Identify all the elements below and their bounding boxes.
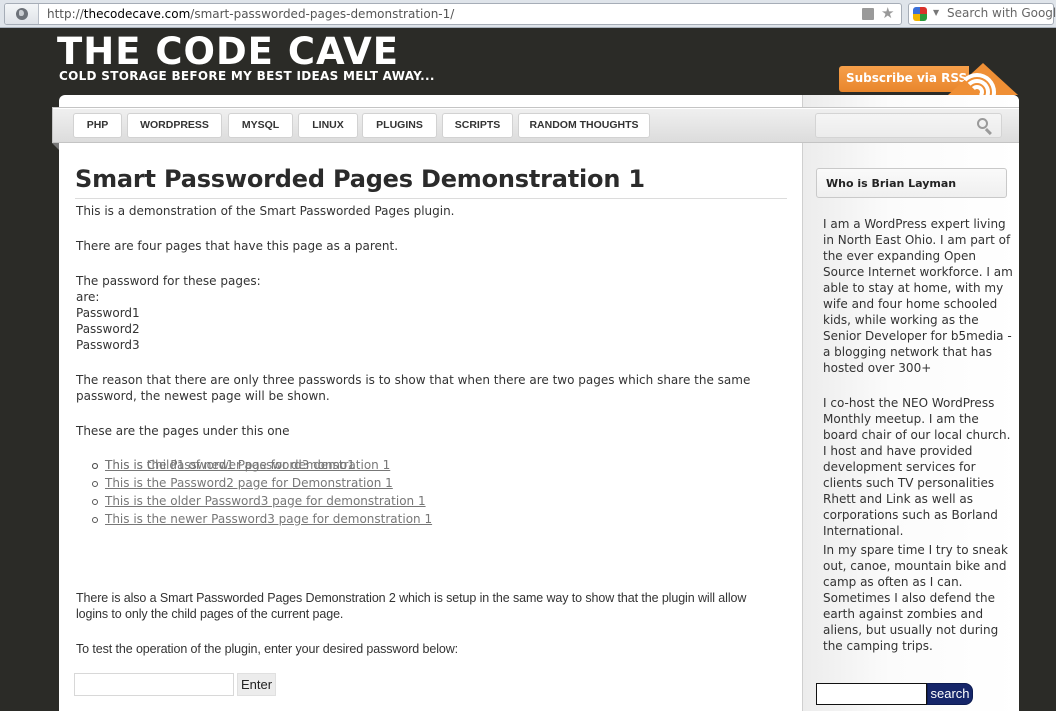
nav-item-plugins[interactable]: PLUGINS	[362, 113, 437, 138]
address-bar[interactable]: http://thecodecave.com/smart-passworded-…	[4, 3, 902, 25]
password-item: Password2	[76, 322, 140, 336]
url-domain: thecodecave.com	[83, 7, 191, 21]
browser-toolbar: http://thecodecave.com/smart-passworded-…	[0, 0, 1056, 28]
sidebar-search-button[interactable]: search	[927, 683, 973, 705]
url-scheme: http://	[47, 7, 84, 21]
bookmark-star-icon[interactable]: ★	[881, 4, 894, 22]
site-tagline: COLD STORAGE BEFORE MY BEST IDEAS MELT A…	[59, 69, 435, 83]
password-heading: The password for these pages:	[76, 274, 261, 288]
demo2-text-line1: There is also a Smart Passworded Pages D…	[76, 591, 747, 605]
nav-item-random-thoughts[interactable]: RANDOM THOUGHTS	[518, 113, 650, 138]
google-logo-icon[interactable]	[913, 7, 927, 21]
nav-item-mysql[interactable]: MYSQL	[228, 113, 293, 138]
test-prompt-text: To test the operation of the plugin, ent…	[76, 642, 459, 656]
grandchild-pages-list: This is Child1 of newer password3 demo1	[92, 456, 355, 474]
grandchild-page-link[interactable]: This is Child1 of newer password3 demo1	[105, 458, 355, 472]
reason-text-line2: password, the newest page will be shown.	[76, 389, 330, 403]
globe-icon	[16, 8, 28, 20]
url-path: /smart-passworded-pages-demonstration-1/	[190, 7, 455, 21]
child-page-link[interactable]: This is the newer Password3 page for dem…	[105, 512, 432, 526]
rss-icon[interactable]	[948, 63, 1018, 95]
widget-title: Who is Brian Layman	[816, 168, 1007, 198]
post-content: Smart Passworded Pages Demonstration 1	[75, 160, 787, 199]
url-text[interactable]: http://thecodecave.com/smart-passworded-…	[47, 6, 454, 22]
list-item: This is Child1 of newer password3 demo1	[92, 456, 355, 474]
nav-item-php[interactable]: PHP	[73, 113, 122, 138]
nav-fold-left	[52, 143, 59, 150]
chevron-down-icon[interactable]: ▼	[933, 8, 939, 17]
rss-feed-icon[interactable]	[862, 8, 874, 20]
nav-item-scripts[interactable]: SCRIPTS	[442, 113, 513, 138]
demo2-text-line2: logins to only the child pages of the cu…	[76, 607, 344, 621]
child-page-link[interactable]: This is the older Password3 page for dem…	[105, 494, 426, 508]
list-item: This is the Password2 page for Demonstra…	[92, 474, 432, 492]
google-search-placeholder: Search with Google	[947, 6, 1056, 20]
site-title[interactable]: THE CODE CAVE	[57, 31, 399, 73]
page-background-right	[1019, 28, 1056, 711]
nav-item-wordpress[interactable]: WORDPRESS	[127, 113, 222, 138]
google-search-box[interactable]: ▼ Search with Google	[908, 3, 1056, 25]
bio-paragraph: I am a WordPress expert living in North …	[823, 217, 1013, 375]
list-item: This is the older Password3 page for dem…	[92, 492, 432, 510]
nav-search-input[interactable]	[815, 113, 1002, 138]
password-item: Password1	[76, 306, 140, 320]
password-are-label: are:	[76, 290, 100, 304]
password-input[interactable]	[74, 673, 234, 696]
enter-button[interactable]: Enter	[237, 673, 276, 696]
site-identity-button[interactable]	[5, 4, 39, 24]
parent-note-text: There are four pages that have this page…	[76, 239, 399, 253]
nav-item-linux[interactable]: LINUX	[298, 113, 358, 138]
child-page-link[interactable]: This is the Password2 page for Demonstra…	[105, 476, 393, 490]
sidebar-search-input[interactable]	[816, 683, 927, 705]
intro-text: This is a demonstration of the Smart Pas…	[76, 204, 455, 218]
pages-under-heading: These are the pages under this one	[76, 424, 290, 438]
search-icon[interactable]	[977, 118, 992, 135]
bio-paragraph: I co-host the NEO WordPress Monthly meet…	[823, 396, 1011, 538]
reason-text-line1: The reason that there are only three pas…	[76, 373, 751, 387]
password-item: Password3	[76, 338, 140, 352]
post-title: Smart Passworded Pages Demonstration 1	[75, 160, 787, 199]
bio-paragraph: In my spare time I try to sneak out, can…	[823, 543, 1008, 653]
list-item: This is the newer Password3 page for dem…	[92, 510, 432, 528]
